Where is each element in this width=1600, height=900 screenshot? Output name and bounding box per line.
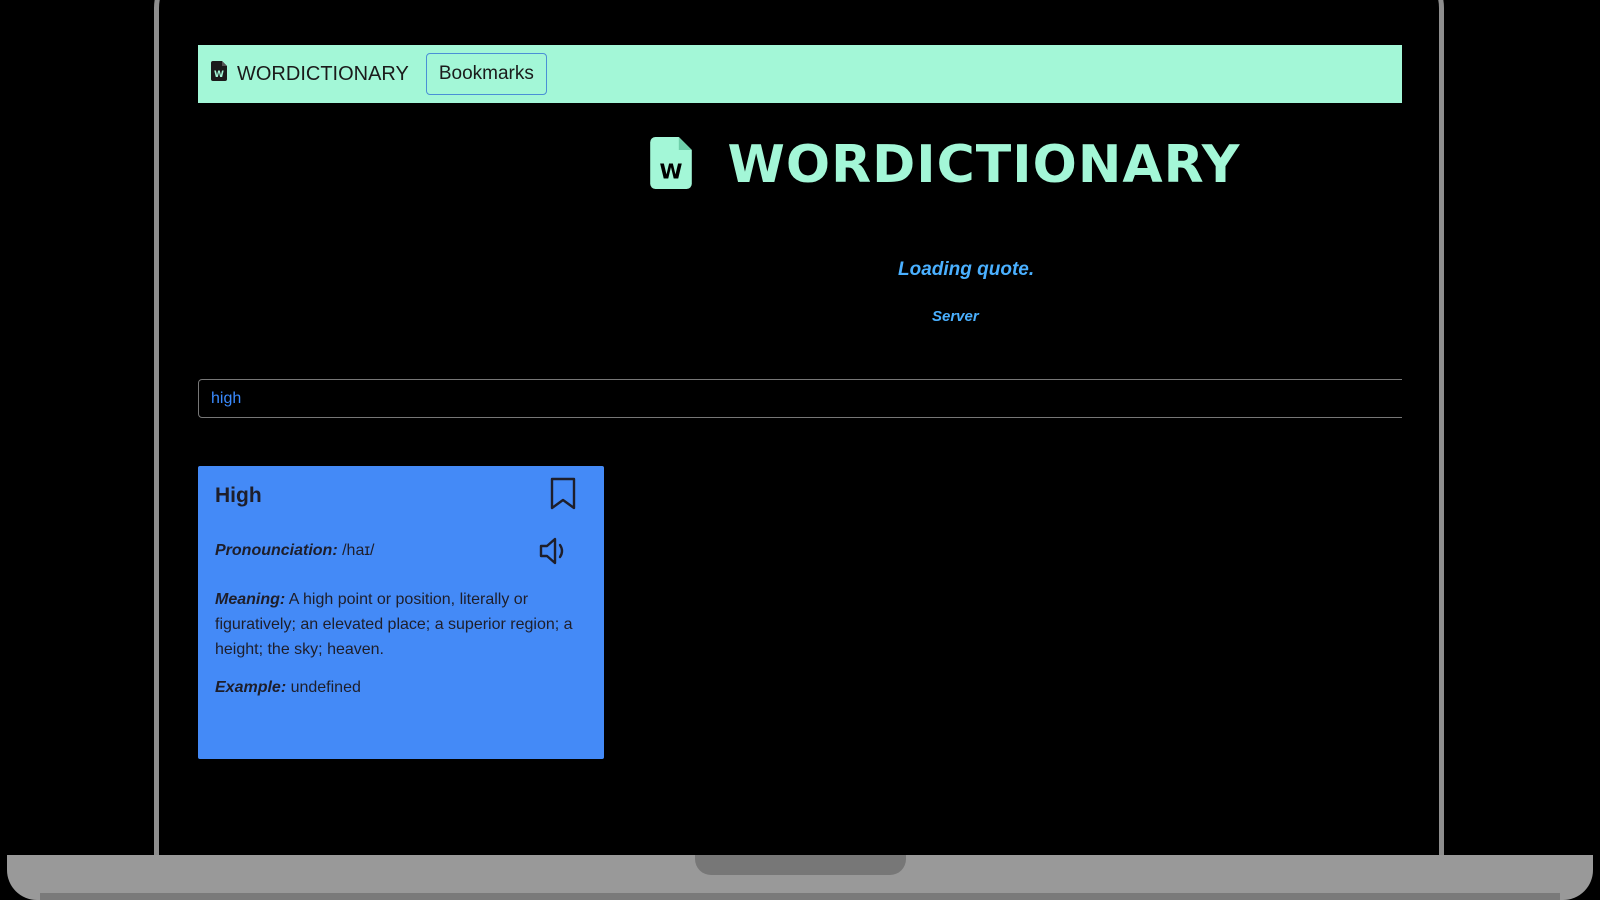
pronunciation-value: /haɪ/ — [337, 542, 375, 559]
laptop-mockup: W WORDICTIONARY Bookmarks W WORDICTIONAR… — [0, 0, 1600, 900]
file-word-icon: W — [211, 61, 237, 87]
pronunciation-row: Pronounciation: /haɪ/ — [215, 538, 374, 563]
pronunciation-label: Pronounciation: — [215, 542, 338, 559]
navbar-brand-label: WORDICTIONARY — [237, 62, 409, 85]
quote-text: Loading quote. — [898, 259, 1035, 280]
navbar: W WORDICTIONARY Bookmarks — [198, 45, 1402, 103]
example-row: Example: undefined — [215, 675, 361, 700]
page-title: WORDICTIONARY — [727, 135, 1241, 195]
laptop-notch — [695, 855, 906, 875]
word-title: High — [215, 484, 262, 507]
laptop-foot — [40, 893, 1560, 900]
example-value: undefined — [286, 679, 361, 696]
example-label: Example: — [215, 679, 287, 696]
file-word-icon: W — [649, 137, 692, 193]
meaning-label: Meaning: — [215, 591, 286, 608]
app-screen: W WORDICTIONARY Bookmarks W WORDICTIONAR… — [198, 45, 1402, 855]
bookmark-icon[interactable] — [549, 477, 577, 516]
svg-text:W: W — [214, 70, 224, 80]
meaning-row: Meaning: A high point or position, liter… — [215, 587, 587, 662]
svg-text:W: W — [659, 160, 682, 184]
quote-author: Server — [932, 308, 979, 325]
navbar-brand[interactable]: W WORDICTIONARY — [211, 61, 409, 87]
word-result-card: High Pronounciation: /haɪ/ Meaning: A hi… — [198, 466, 604, 759]
hero-header: W WORDICTIONARY — [198, 137, 1402, 193]
speaker-icon[interactable] — [538, 535, 570, 572]
search-input[interactable] — [198, 379, 1402, 418]
bookmarks-button[interactable]: Bookmarks — [425, 53, 547, 95]
